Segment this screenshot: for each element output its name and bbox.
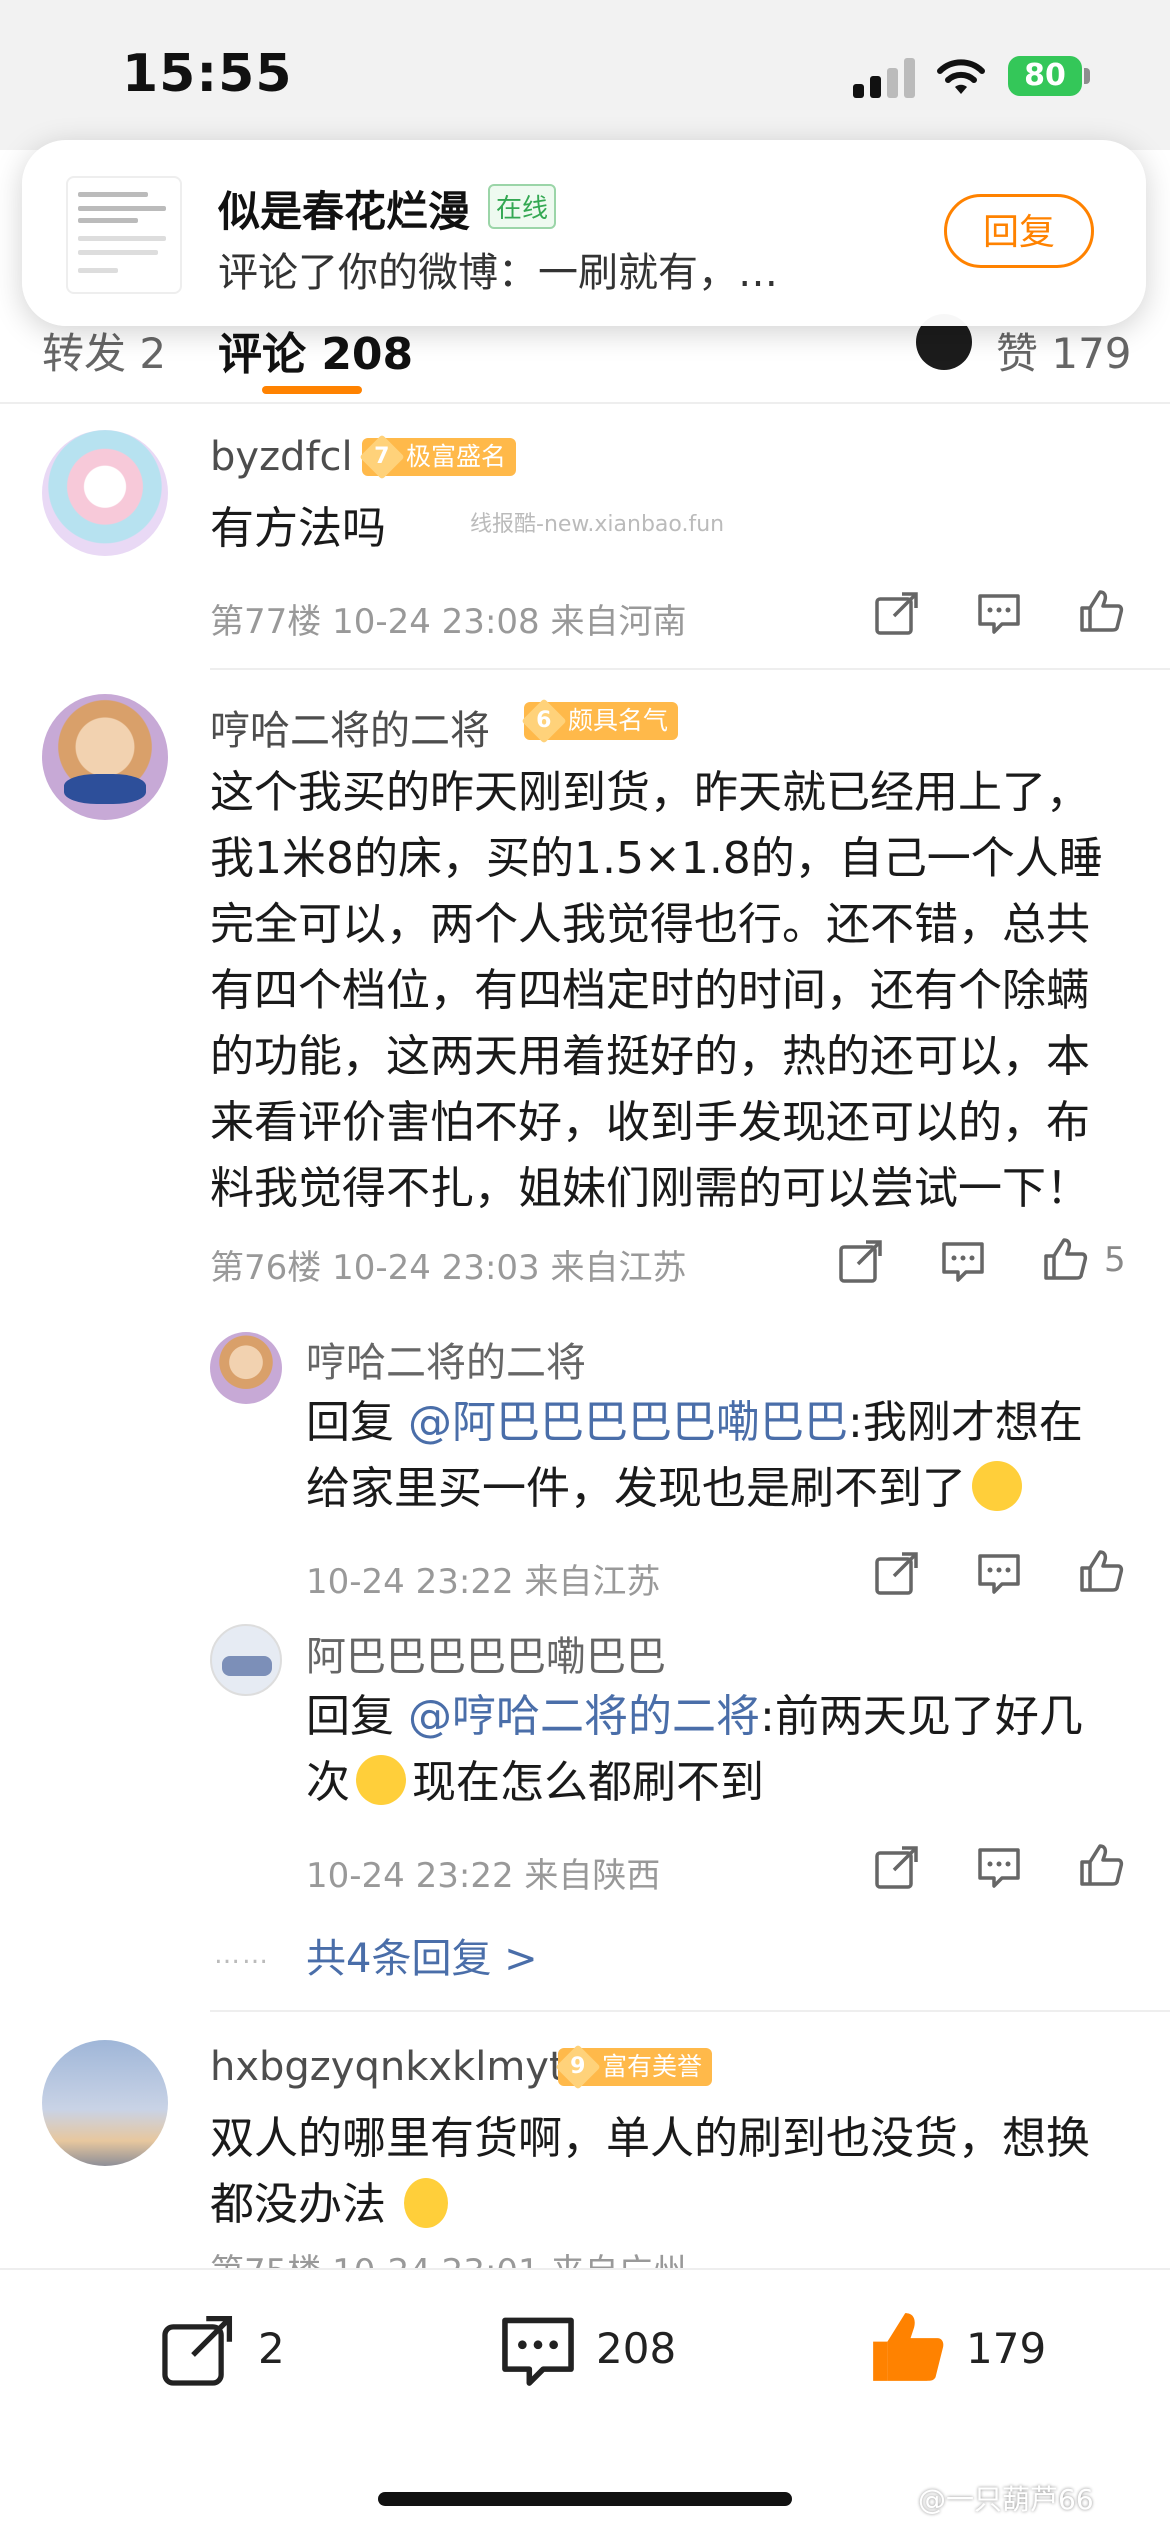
online-badge: 在线 [488, 184, 557, 229]
corner-watermark: @一只葫芦66 [918, 2483, 1094, 2516]
watermark: 线报酷-new.xianbao.fun [470, 512, 725, 537]
user-badge: 7 极富盛名 [359, 434, 517, 480]
share-icon[interactable] [874, 1844, 920, 1890]
comment-text: 双人的哪里有货啊，单人的刷到也没货，想换 都没办法 [210, 2113, 1090, 2230]
more-dots: …… [214, 1940, 270, 1970]
user-badge: 6 颇具名气 [521, 698, 679, 744]
reply-text-line2: 次现在怎么都刷不到 [306, 1755, 764, 1808]
reply-mention[interactable]: @哼哈二将的二将 [408, 1691, 760, 1742]
comment-username[interactable]: hxbgzyqnkxklmyt [210, 2044, 565, 2090]
tab-comments[interactable]: 评论 208 [218, 318, 413, 382]
comment-icon[interactable] [976, 590, 1022, 636]
repost-icon[interactable] [160, 2312, 236, 2388]
avatar-shape [222, 1656, 272, 1676]
thinking-emoji-icon [356, 1755, 406, 1805]
notification-reply-button[interactable]: 回复 [944, 194, 1094, 268]
reply-text-line2: 给家里买一件，发现也是刷不到了 [306, 1456, 1022, 1522]
reply-username[interactable]: 哼哈二将的二将 [306, 1330, 586, 1388]
comment-icon[interactable] [498, 2310, 578, 2390]
user-badge: 9 富有美誉 [555, 2044, 713, 2090]
battery-indicator: 80 [1008, 56, 1082, 96]
comment-count[interactable]: 208 [596, 2324, 676, 2373]
divider [210, 2010, 1170, 2012]
avatar[interactable] [210, 1624, 282, 1696]
notification-thumbnail [66, 176, 182, 294]
laughing-emoji-icon [972, 1461, 1022, 1511]
reply-username[interactable]: 阿巴巴巴巴巴嘞巴巴 [306, 1624, 666, 1682]
avatar[interactable] [42, 2040, 168, 2166]
comment-text: 有方法吗 [210, 503, 386, 554]
share-icon[interactable] [874, 1550, 920, 1596]
reply-text: 回复 @阿巴巴巴巴巴嘞巴巴:我刚才想在 [306, 1397, 1083, 1448]
status-time: 15:55 [122, 44, 293, 104]
reply-meta: 10-24 23:22 来自陕西 [306, 1856, 661, 1896]
like-icon[interactable] [1078, 1842, 1124, 1888]
avatar[interactable] [210, 1332, 282, 1404]
reply-meta: 10-24 23:22 来自江苏 [306, 1562, 661, 1602]
like-icon[interactable] [1078, 588, 1124, 634]
avatar[interactable] [42, 694, 168, 820]
battery-tip [1084, 68, 1090, 84]
crying-emoji-icon [404, 2178, 448, 2228]
like-count: 5 [1104, 1240, 1126, 1280]
wifi-icon [937, 59, 985, 94]
notification-text: 评论了你的微博：一刷就有，… [218, 250, 778, 296]
avatar[interactable] [42, 430, 168, 556]
notification-banner[interactable]: 似是春花烂漫 在线 评论了你的微博：一刷就有，… 回复 [22, 140, 1146, 326]
like-icon[interactable] [1042, 1236, 1088, 1282]
reply-mention[interactable]: @阿巴巴巴巴巴嘞巴巴 [408, 1397, 848, 1448]
comment-username[interactable]: byzdfcl [210, 434, 353, 480]
reply-text: 回复 @哼哈二将的二将:前两天见了好几 [306, 1691, 1083, 1742]
comment-text: 这个我买的昨天刚到货，昨天就已经用上了， 我1米8的床，买的1.5×1.8的，自… [210, 767, 1103, 1214]
signal-icon [853, 58, 917, 98]
share-icon[interactable] [838, 1238, 884, 1284]
avatar-scarf [64, 774, 146, 804]
tab-active-underline [262, 386, 362, 394]
comment-meta: 第77楼 10-24 23:08 来自河南 [210, 602, 687, 642]
like-filled-icon[interactable] [866, 2306, 948, 2388]
share-icon[interactable] [874, 590, 920, 636]
repost-count[interactable]: 2 [258, 2324, 285, 2373]
notification-sender: 似是春花烂漫 [218, 187, 471, 236]
like-count[interactable]: 179 [966, 2324, 1046, 2373]
like-icon[interactable] [1078, 1548, 1124, 1594]
comment-icon[interactable] [976, 1550, 1022, 1596]
comment-icon[interactable] [976, 1844, 1022, 1890]
comment-meta: 第76楼 10-24 23:03 来自江苏 [210, 1248, 687, 1288]
more-replies-link[interactable]: 共4条回复 > [306, 1926, 538, 1984]
tab-likes[interactable]: 赞 179 [996, 320, 1132, 381]
tab-repost[interactable]: 转发 2 [42, 320, 166, 381]
home-indicator[interactable] [378, 2492, 792, 2506]
comment-icon[interactable] [940, 1238, 986, 1284]
comment-username[interactable]: 哼哈二将的二将 [210, 698, 490, 756]
divider [210, 668, 1170, 670]
